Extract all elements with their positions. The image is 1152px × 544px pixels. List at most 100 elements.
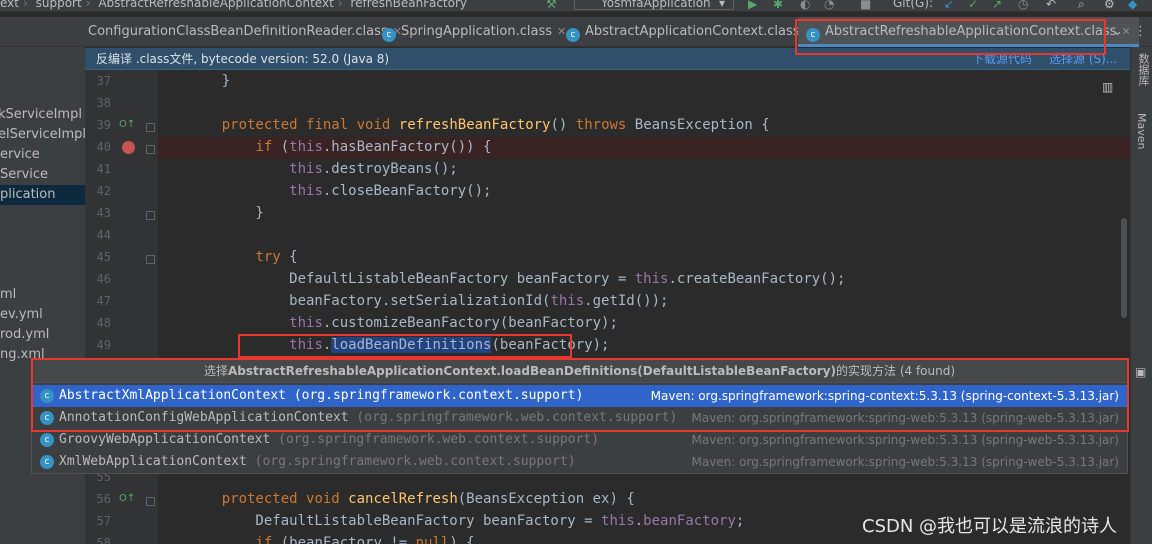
annotation-box-code bbox=[238, 334, 572, 358]
code-line: this.destroyBeans(); bbox=[289, 161, 458, 177]
code-line: DefaultListableBeanFactory beanFactory =… bbox=[188, 513, 745, 529]
banner-text: 反编译 .class文件, bytecode version: 52.0 (Ja… bbox=[96, 52, 390, 66]
stop-icon[interactable]: ■ bbox=[860, 0, 871, 11]
tree-item[interactable]: rod.yml bbox=[0, 325, 49, 345]
implementation-row[interactable]: c GroovyWebApplicationContext (org.sprin… bbox=[32, 429, 1127, 451]
breakpoint-icon[interactable] bbox=[122, 141, 135, 154]
tab-configuration-class-reader[interactable]: ConfigurationClassBeanDefinitionReader.c… bbox=[88, 17, 402, 47]
breadcrumb-item[interactable]: support bbox=[36, 0, 82, 10]
class-icon: c bbox=[382, 28, 396, 42]
implementation-row[interactable]: c XmlWebApplicationContext (org.springfr… bbox=[32, 451, 1127, 473]
class-icon: c bbox=[40, 433, 54, 447]
fold-icon[interactable] bbox=[146, 255, 155, 264]
line-number: 46 bbox=[96, 272, 111, 286]
code-line: protected final void refreshBeanFactory(… bbox=[221, 117, 770, 133]
close-icon[interactable]: ✕ bbox=[557, 25, 566, 38]
line-number: 40 bbox=[96, 140, 111, 154]
history-icon[interactable]: ◷ bbox=[1018, 0, 1028, 11]
breadcrumb-item[interactable]: AbstractRefreshableApplicationContext bbox=[98, 0, 333, 10]
git-label: Git(G): bbox=[893, 0, 934, 10]
tree-item[interactable]: Service bbox=[0, 165, 48, 185]
database-tool-tab[interactable]: 数据库 bbox=[1135, 53, 1151, 86]
line-number: 56 bbox=[96, 492, 111, 506]
tree-item-selected[interactable]: plication bbox=[0, 185, 85, 205]
tree-item[interactable]: ervice bbox=[0, 145, 40, 165]
fold-icon[interactable] bbox=[146, 145, 155, 154]
code-line: } bbox=[188, 73, 231, 89]
watermark: CSDN @我也可以是流浪的诗人 bbox=[862, 516, 1118, 537]
code-line: this.closeBeanFactory(); bbox=[289, 183, 492, 199]
code-line: beanFactory.setSerializationId(this.getI… bbox=[188, 293, 669, 309]
maven-source: Maven: org.springframework:spring-web:5.… bbox=[691, 455, 1119, 469]
line-number: 44 bbox=[96, 228, 111, 242]
line-number: 47 bbox=[96, 294, 111, 308]
tree-item[interactable]: ev.yml bbox=[0, 305, 43, 325]
git-update-icon[interactable]: ↙ bbox=[944, 0, 954, 11]
line-number: 49 bbox=[96, 338, 111, 352]
class-name: XmlWebApplicationContext bbox=[59, 454, 247, 469]
maximize-icon[interactable]: ▣ bbox=[1135, 365, 1146, 379]
maven-source: Maven: org.springframework:spring-web:5.… bbox=[691, 433, 1119, 447]
package-name: (org.springframework.web.context.support… bbox=[278, 432, 600, 447]
code-line: this.customizeBeanFactory(beanFactory); bbox=[289, 315, 618, 331]
tab-spring-application[interactable]: c SpringApplication.class ✕ bbox=[382, 17, 566, 47]
run-config-label: YosmfaApplication bbox=[601, 0, 711, 10]
override-icon[interactable]: O↑ bbox=[119, 493, 135, 504]
override-icon[interactable]: O↑ bbox=[119, 119, 135, 130]
navigation-bar: ext › support › AbstractRefreshableApplica… bbox=[0, 0, 1152, 12]
plugin-icon[interactable]: ◆ bbox=[1128, 0, 1137, 11]
breadcrumb: ext › support › AbstractRefreshableApplica… bbox=[0, 0, 471, 10]
run-icon[interactable]: ▶ bbox=[748, 0, 757, 11]
fold-icon[interactable] bbox=[146, 211, 155, 220]
reader-mode-icon[interactable]: ▥ bbox=[1102, 80, 1113, 94]
more-icon[interactable]: ⋮ bbox=[1134, 24, 1147, 39]
line-number: 48 bbox=[96, 316, 111, 330]
class-icon: c bbox=[566, 28, 580, 42]
code-line: } bbox=[188, 205, 264, 221]
annotation-box-tab bbox=[795, 19, 1106, 55]
fold-icon[interactable] bbox=[146, 123, 155, 132]
fold-icon[interactable] bbox=[146, 497, 155, 506]
git-push-icon[interactable]: ↗ bbox=[992, 0, 1002, 11]
line-number: 58 bbox=[96, 536, 111, 544]
tab-label: SpringApplication.class bbox=[401, 24, 552, 39]
debug-icon[interactable]: ✱ bbox=[773, 0, 783, 11]
search-icon[interactable]: ⌕ bbox=[1078, 0, 1085, 11]
rollback-icon[interactable]: ↶ bbox=[1046, 0, 1056, 11]
line-number: 43 bbox=[96, 206, 111, 220]
code-line: if (this.hasBeanFactory()) { bbox=[255, 139, 492, 155]
line-number: 41 bbox=[96, 162, 111, 176]
gear-icon[interactable]: ⚙ bbox=[1104, 0, 1115, 11]
line-number: 42 bbox=[96, 184, 111, 198]
chevron-down-icon[interactable]: ⌄ bbox=[1112, 24, 1123, 39]
editor-scrollbar[interactable] bbox=[1121, 218, 1127, 318]
line-number: 37 bbox=[96, 74, 111, 88]
tab-abstract-application-context[interactable]: cAbstractApplicationContext.class✕ bbox=[566, 17, 814, 47]
package-name: (org.springframework.web.context.support… bbox=[254, 454, 576, 469]
tree-item[interactable]: kServiceImpl bbox=[0, 105, 82, 125]
coverage-icon[interactable]: ◐ bbox=[800, 0, 810, 11]
line-number: 45 bbox=[96, 250, 111, 264]
chevron-down-icon: ▾ bbox=[718, 0, 725, 10]
tab-label: ConfigurationClassBeanDefinitionReader.c… bbox=[88, 24, 388, 39]
build-hammer-icon[interactable]: ⚒ bbox=[546, 0, 557, 11]
line-number: 57 bbox=[96, 514, 111, 528]
tab-label: AbstractApplicationContext.class bbox=[585, 24, 800, 39]
maven-tool-tab[interactable]: Maven bbox=[1135, 113, 1148, 149]
code-line: try { bbox=[255, 249, 298, 265]
class-icon: c bbox=[40, 455, 54, 469]
class-name: GroovyWebApplicationContext bbox=[59, 432, 271, 447]
profile-icon[interactable]: ◔ bbox=[824, 0, 834, 11]
code-line: if (beanFactory != null) { bbox=[255, 535, 475, 544]
breadcrumb-item[interactable]: ext bbox=[0, 0, 19, 10]
code-line: protected void cancelRefresh(BeansExcept… bbox=[221, 491, 635, 507]
tree-item[interactable]: elServiceImpl bbox=[0, 125, 85, 145]
right-tool-strip: 数据库 Maven ▣ bbox=[1130, 47, 1152, 544]
line-number: 39 bbox=[96, 118, 111, 132]
git-commit-icon[interactable]: ✓ bbox=[968, 0, 978, 11]
tree-item[interactable]: ml bbox=[0, 285, 16, 305]
run-configuration-select[interactable]: YosmfaApplication ▾ bbox=[574, 0, 734, 10]
line-number: 38 bbox=[96, 96, 111, 110]
annotation-box-popup bbox=[31, 358, 1129, 432]
breadcrumb-item[interactable]: refreshBeanFactory bbox=[350, 0, 467, 10]
